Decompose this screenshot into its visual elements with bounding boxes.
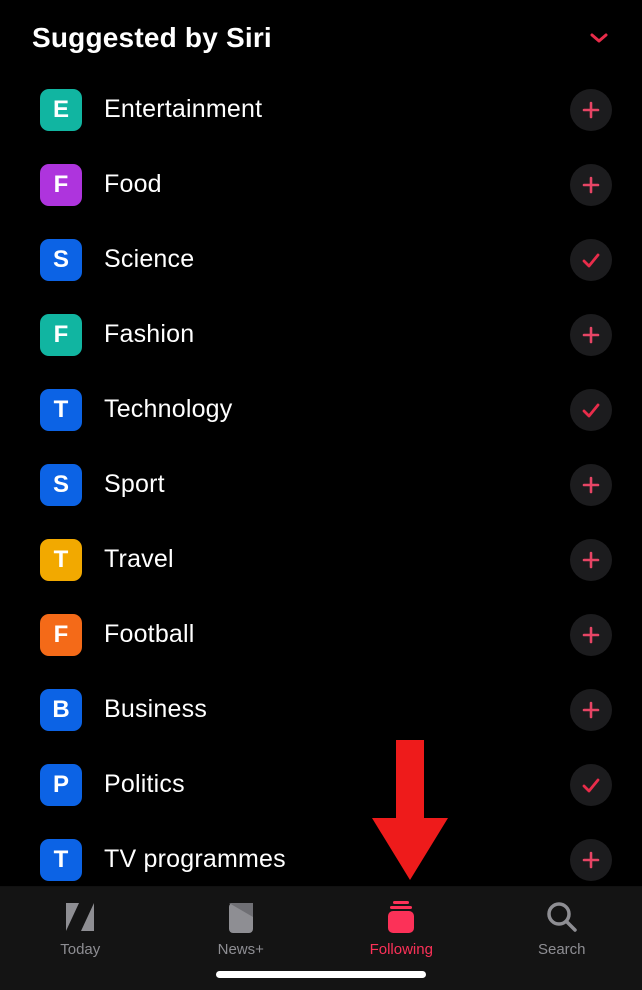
section-header-suggested[interactable]: Suggested by Siri [28,0,614,72]
topic-badge: T [40,389,82,431]
topic-label: TV programmes [82,845,570,874]
topic-badge: E [40,89,82,131]
tab-label-newsplus: News+ [218,941,264,958]
topic-row[interactable]: TTravel [40,522,614,597]
section-title-suggested: Suggested by Siri [32,22,272,54]
add-topic-button[interactable] [570,164,612,206]
content-scroll[interactable]: Suggested by Siri EEntertainmentFFoodSSc… [0,0,642,886]
newsplus-icon [221,897,261,937]
topic-badge: P [40,764,82,806]
following-icon [381,897,421,937]
topic-row[interactable]: FFood [40,147,614,222]
topic-label: Football [82,620,570,649]
topic-row[interactable]: TTV programmes [40,822,614,886]
topic-label: Technology [82,395,570,424]
add-topic-button[interactable] [570,539,612,581]
followed-check-button[interactable] [570,389,612,431]
search-icon [542,897,582,937]
add-topic-button[interactable] [570,839,612,881]
topic-badge: S [40,464,82,506]
topic-row[interactable]: SScience [40,222,614,297]
add-topic-button[interactable] [570,614,612,656]
topic-label: Food [82,170,570,199]
topic-row[interactable]: TTechnology [40,372,614,447]
add-topic-button[interactable] [570,464,612,506]
add-topic-button[interactable] [570,314,612,356]
chevron-down-icon [588,27,610,49]
home-indicator[interactable] [216,971,426,978]
topic-row[interactable]: FFootball [40,597,614,672]
tab-newsplus[interactable]: News+ [161,897,322,958]
tab-label-search: Search [538,941,586,958]
topic-badge: T [40,539,82,581]
topic-row[interactable]: EEntertainment [40,72,614,147]
topic-badge: S [40,239,82,281]
topic-label: Science [82,245,570,274]
tab-label-following: Following [370,941,433,958]
tab-search[interactable]: Search [482,897,642,958]
topic-row[interactable]: BBusiness [40,672,614,747]
topic-label: Fashion [82,320,570,349]
topic-row[interactable]: FFashion [40,297,614,372]
tab-today[interactable]: Today [0,897,161,958]
today-icon [60,897,100,937]
topic-badge: F [40,614,82,656]
followed-check-button[interactable] [570,239,612,281]
topic-label: Politics [82,770,570,799]
topic-label: Sport [82,470,570,499]
add-topic-button[interactable] [570,89,612,131]
followed-check-button[interactable] [570,764,612,806]
suggested-list: EEntertainmentFFoodSScienceFFashionTTech… [28,72,614,886]
topic-badge: T [40,839,82,881]
topic-badge: F [40,314,82,356]
topic-badge: B [40,689,82,731]
topic-row[interactable]: SSport [40,447,614,522]
tab-label-today: Today [60,941,100,958]
topic-row[interactable]: PPolitics [40,747,614,822]
topic-label: Entertainment [82,95,570,124]
add-topic-button[interactable] [570,689,612,731]
topic-label: Travel [82,545,570,574]
topic-badge: F [40,164,82,206]
topic-label: Business [82,695,570,724]
tab-following[interactable]: Following [321,897,482,958]
